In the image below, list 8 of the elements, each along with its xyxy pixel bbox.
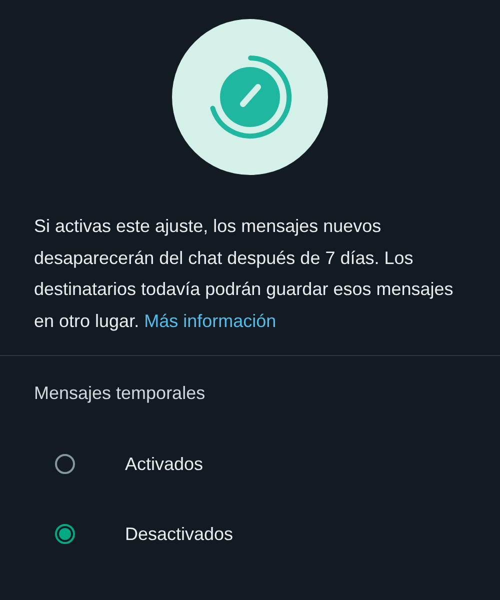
radio-button[interactable] (55, 454, 75, 474)
description-text: Si activas este ajuste, los mensajes nuevos desaparecerán del chat después de 7 días. Los destinatarios todavía podrán guardar esos mensajes en otro lugar. Más información (34, 215, 454, 333)
more-info-link[interactable]: Más información (144, 310, 276, 330)
timer-icon (172, 19, 328, 175)
radio-option[interactable]: Desactivados (0, 499, 500, 569)
radio-button[interactable] (55, 524, 75, 544)
section-title: Mensajes temporales (34, 383, 206, 403)
radio-option[interactable]: Activados (0, 429, 500, 499)
